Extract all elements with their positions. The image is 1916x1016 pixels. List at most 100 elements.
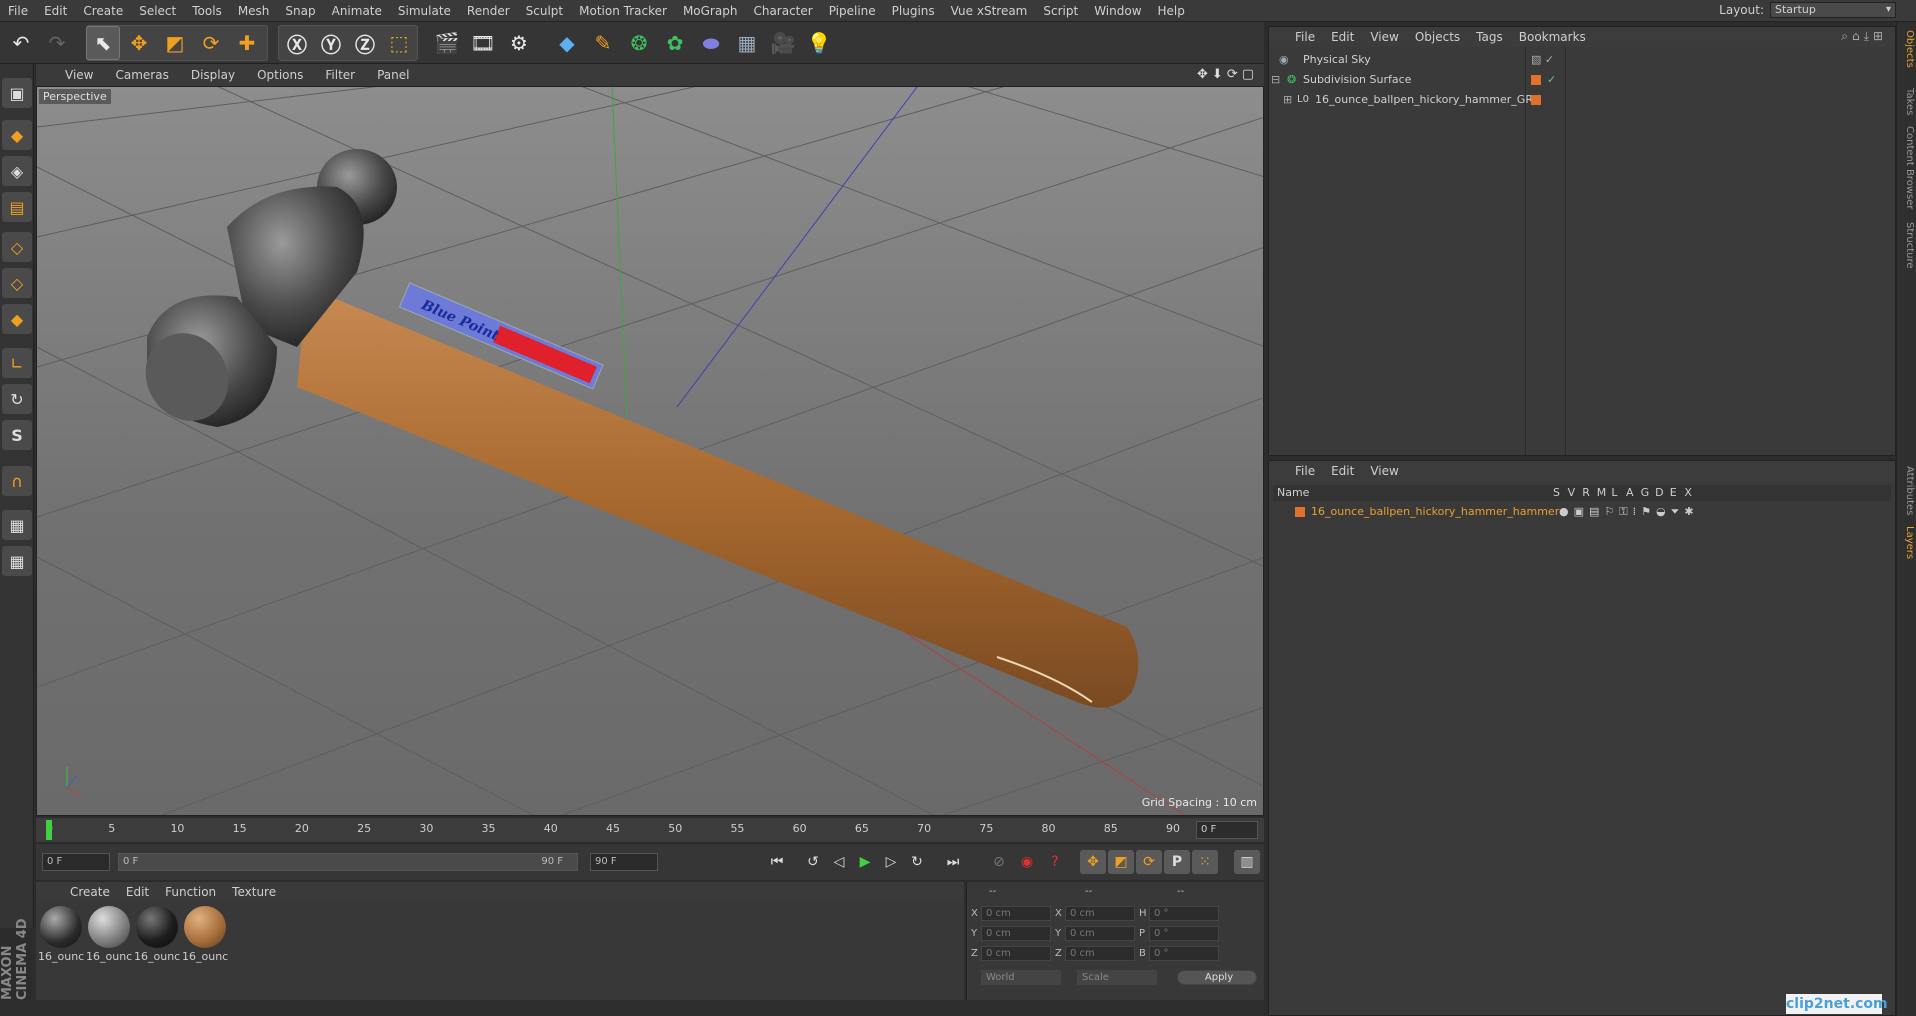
tab-layers[interactable]: Layers <box>1899 526 1915 559</box>
rotation-b-field[interactable]: 0 ° <box>1149 946 1219 961</box>
undo-icon[interactable]: ↶ <box>4 26 38 60</box>
position-y-field[interactable]: 0 cm <box>981 926 1051 941</box>
scale-icon[interactable]: ◩ <box>158 26 192 60</box>
texture-mode-icon[interactable]: ◈ <box>2 156 32 186</box>
go-to-start-icon[interactable]: ⏮ <box>764 850 790 874</box>
menu-render[interactable]: Render <box>459 0 518 22</box>
next-frame-icon[interactable]: ▷ <box>878 850 904 874</box>
keyframe-selection-icon[interactable]: ? <box>1042 850 1068 874</box>
menu-animate[interactable]: Animate <box>324 0 390 22</box>
floor-icon[interactable]: ▦ <box>730 26 764 60</box>
viewport-label[interactable]: Perspective <box>39 89 111 104</box>
objects-menu-file[interactable]: File <box>1287 30 1323 44</box>
layer-column-header[interactable]: G <box>1641 485 1656 501</box>
viewport-nav-icons[interactable]: ✥⬇⟳▢ <box>1197 67 1258 82</box>
coordinate-mode-dropdown[interactable]: Scale <box>1077 970 1157 985</box>
layer-color-tag[interactable] <box>1531 95 1541 105</box>
z-axis-lock-icon[interactable]: Ⓩ <box>348 26 382 60</box>
object-row[interactable]: ◉ Physical Sky ▧ ✓ <box>1269 51 1895 69</box>
object-row[interactable]: ⊞ L0 16_ounce_ballpen_hickory_hammer_GRP <box>1269 91 1895 109</box>
material-swatch[interactable]: 16_ounc <box>38 904 84 963</box>
move-icon[interactable]: ✥ <box>122 26 156 60</box>
menu-snap[interactable]: Snap <box>277 0 323 22</box>
playhead-marker[interactable] <box>46 820 52 840</box>
play-icon[interactable]: ▶ <box>852 850 878 874</box>
material-menu-function[interactable]: Function <box>157 885 224 899</box>
coordinate-space-dropdown[interactable]: World <box>981 970 1061 985</box>
snapping-icon[interactable]: S <box>2 420 32 450</box>
menu-plugins[interactable]: Plugins <box>884 0 943 22</box>
key-rotation-icon[interactable]: ⟳ <box>1136 850 1162 874</box>
axis-mode-icon[interactable]: ∟ <box>2 348 32 378</box>
viewport-menu-options[interactable]: Options <box>246 68 314 82</box>
objects-menu-tags[interactable]: Tags <box>1468 30 1511 44</box>
live-selection-icon[interactable]: ⬉ <box>86 26 120 60</box>
material-menu-edit[interactable]: Edit <box>118 885 157 899</box>
menu-mesh[interactable]: Mesh <box>230 0 278 22</box>
tab-structure[interactable]: Structure <box>1899 222 1915 269</box>
tab-takes[interactable]: Takes <box>1899 88 1915 115</box>
scale-x-field[interactable]: 0 cm <box>1065 906 1135 921</box>
model-mode-icon[interactable]: ◆ <box>2 120 32 150</box>
object-row[interactable]: ⊟ ❂ Subdivision Surface ✓ <box>1269 71 1895 89</box>
tab-attributes[interactable]: Attributes <box>1899 466 1915 515</box>
menu-edit[interactable]: Edit <box>36 0 75 22</box>
object-visibility-icon[interactable]: ▧ ✓ <box>1531 51 1554 69</box>
light-icon[interactable]: 💡 <box>802 26 836 60</box>
scale-z-field[interactable]: 0 cm <box>1065 946 1135 961</box>
y-axis-lock-icon[interactable]: Ⓨ <box>314 26 348 60</box>
objects-menu-bookmarks[interactable]: Bookmarks <box>1511 30 1594 44</box>
layer-column-header[interactable]: M <box>1597 485 1612 501</box>
menu-create[interactable]: Create <box>75 0 131 22</box>
layer-color-tag[interactable] <box>1531 75 1541 85</box>
magnet-icon[interactable]: ∩ <box>2 466 32 496</box>
frame-ruler[interactable]: 051015202530354045505560657075808590 <box>46 818 1196 842</box>
start-frame-field[interactable]: 0 F <box>42 853 110 871</box>
material-swatch[interactable]: 16_ounc <box>86 904 132 963</box>
tweak-mode-icon[interactable]: ↻ <box>2 384 32 414</box>
viewport-menu-filter[interactable]: Filter <box>314 68 366 82</box>
material-swatch[interactable]: 16_ounc <box>134 904 180 963</box>
menu-simulate[interactable]: Simulate <box>390 0 459 22</box>
planar-workplane-icon[interactable]: ▦ <box>2 546 32 576</box>
array-icon[interactable]: ✿ <box>658 26 692 60</box>
key-position-icon[interactable]: ✥ <box>1080 850 1106 874</box>
redo-icon[interactable]: ↷ <box>40 26 74 60</box>
make-editable-icon[interactable]: ▣ <box>2 78 32 108</box>
material-menu-create[interactable]: Create <box>62 885 118 899</box>
menu-help[interactable]: Help <box>1150 0 1193 22</box>
subdivision-icon[interactable]: ❂ <box>622 26 656 60</box>
objects-menu-view[interactable]: View <box>1362 30 1406 44</box>
layer-color-swatch[interactable] <box>1295 507 1305 517</box>
layer-row[interactable]: 16_ounce_ballpen_hickory_hammer_hammer ●… <box>1273 503 1899 521</box>
menu-file[interactable]: File <box>0 0 36 22</box>
range-slider[interactable]: 0 F 90 F <box>118 853 578 871</box>
render-picture-viewer-icon[interactable]: 🎞 <box>466 26 500 60</box>
menu-mograph[interactable]: MoGraph <box>675 0 746 22</box>
previous-frame-icon[interactable]: ◁ <box>826 850 852 874</box>
menu-script[interactable]: Script <box>1035 0 1086 22</box>
material-swatch[interactable]: 16_ounc <box>182 904 228 963</box>
cube-icon[interactable]: ◆ <box>550 26 584 60</box>
material-menu-texture[interactable]: Texture <box>224 885 284 899</box>
expand-icon[interactable]: ⊟ <box>1271 71 1280 89</box>
tab-content-browser[interactable]: Content Browser <box>1899 126 1915 209</box>
viewport-menu-view[interactable]: View <box>54 68 104 82</box>
apply-button[interactable]: Apply <box>1177 970 1257 985</box>
layer-column-header[interactable]: A <box>1626 485 1641 501</box>
autokey-icon[interactable]: ◉ <box>1014 850 1040 874</box>
perspective-viewport[interactable]: Blue Point Perspective Grid Spacing : 10… <box>36 86 1264 816</box>
viewport-menu-cameras[interactable]: Cameras <box>104 68 179 82</box>
layer-column-header[interactable]: R <box>1582 485 1597 501</box>
enabled-check-icon[interactable]: ✓ <box>1547 71 1556 89</box>
menu-pipeline[interactable]: Pipeline <box>821 0 884 22</box>
viewport-menu-panel[interactable]: Panel <box>366 68 420 82</box>
layer-column-header[interactable]: L <box>1611 485 1626 501</box>
menu-window[interactable]: Window <box>1086 0 1149 22</box>
layer-column-header[interactable]: D <box>1655 485 1670 501</box>
viewport-menu-display[interactable]: Display <box>180 68 246 82</box>
layout-dropdown[interactable]: Startup <box>1770 2 1896 18</box>
timeline-window-icon[interactable]: ▥ <box>1234 850 1260 874</box>
layer-toggle-icons[interactable]: ●▣▤⚐⚿⁞⚑◒⏷✱ <box>1559 503 1699 521</box>
coordinate-system-icon[interactable]: ⬚ <box>382 26 416 60</box>
